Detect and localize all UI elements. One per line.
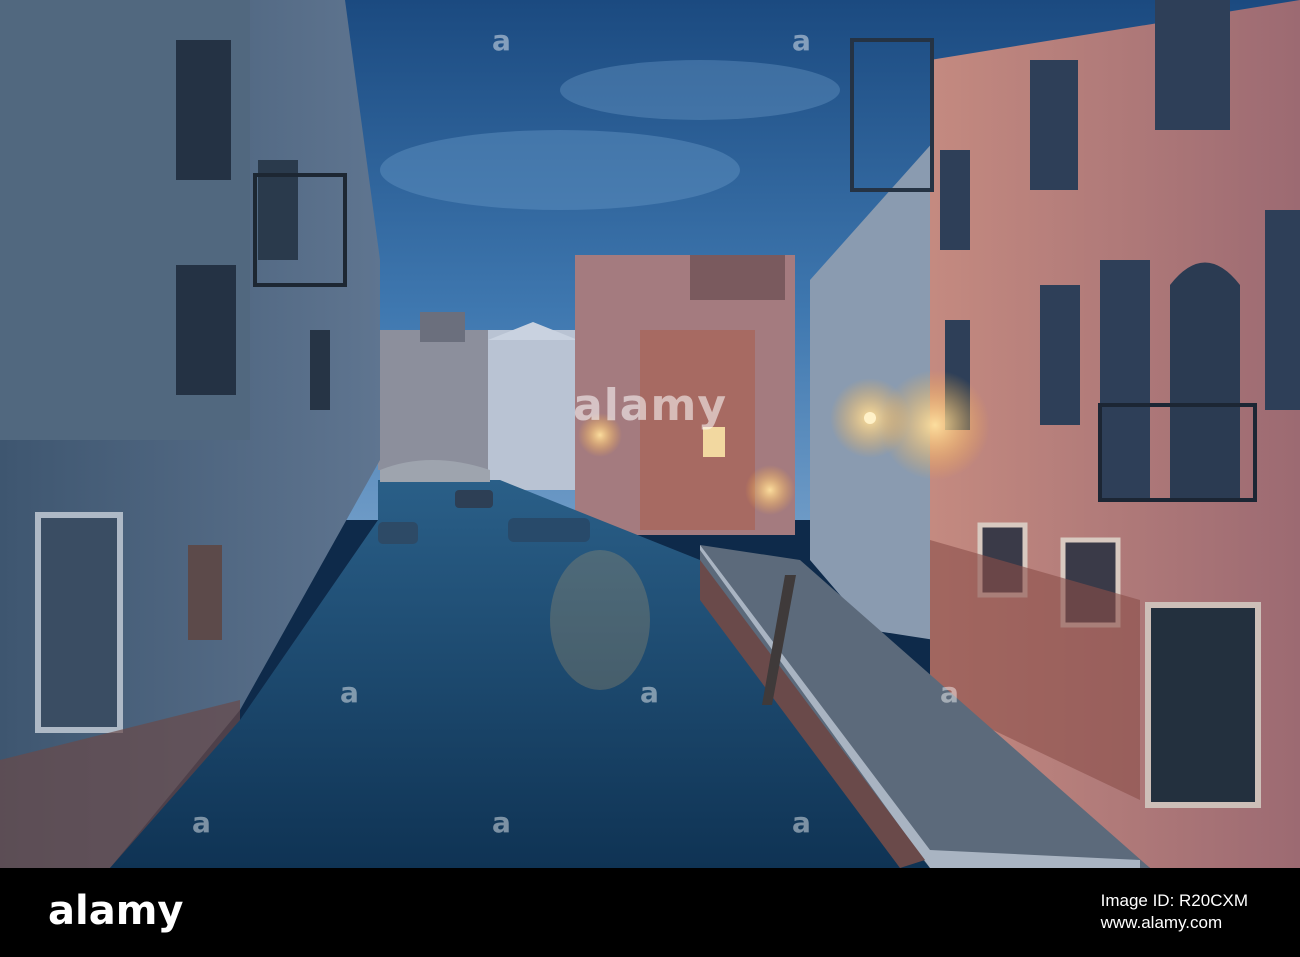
lamp bbox=[864, 412, 876, 424]
window-grille bbox=[35, 512, 123, 733]
image-meta: Image ID: R20CXM www.alamy.com bbox=[1101, 890, 1248, 934]
lamp-glow bbox=[578, 413, 622, 457]
window bbox=[1100, 260, 1150, 500]
footer-bar: alamy Image ID: R20CXM www.alamy.com bbox=[0, 868, 1300, 957]
canal-scene bbox=[0, 0, 1300, 868]
window bbox=[940, 150, 970, 250]
image-id: Image ID: R20CXM bbox=[1100, 891, 1248, 910]
window bbox=[310, 330, 330, 410]
lit-window bbox=[703, 427, 725, 457]
church-facade bbox=[488, 330, 578, 490]
lamp-glow bbox=[880, 370, 990, 480]
arched-door bbox=[1170, 262, 1240, 500]
distant-building-red bbox=[640, 330, 755, 530]
distant-building bbox=[420, 312, 465, 342]
window bbox=[188, 545, 222, 640]
window bbox=[1265, 210, 1300, 410]
door bbox=[1145, 602, 1261, 808]
alamy-logo: alamy bbox=[48, 888, 184, 934]
window bbox=[176, 265, 236, 395]
window bbox=[1155, 0, 1230, 130]
window bbox=[1030, 60, 1078, 190]
site-url: www.alamy.com bbox=[1100, 913, 1223, 932]
boat bbox=[378, 522, 418, 544]
roof-terrace bbox=[690, 255, 785, 300]
window bbox=[1040, 285, 1080, 425]
water-reflection bbox=[550, 550, 650, 690]
window bbox=[176, 40, 231, 180]
distant-building bbox=[378, 330, 488, 470]
boat bbox=[508, 518, 590, 542]
cloud bbox=[560, 60, 840, 120]
boat bbox=[455, 490, 493, 508]
lamp-glow bbox=[745, 465, 795, 515]
photo: alamy a a a a a a a a bbox=[0, 0, 1300, 868]
cloud bbox=[380, 130, 740, 210]
